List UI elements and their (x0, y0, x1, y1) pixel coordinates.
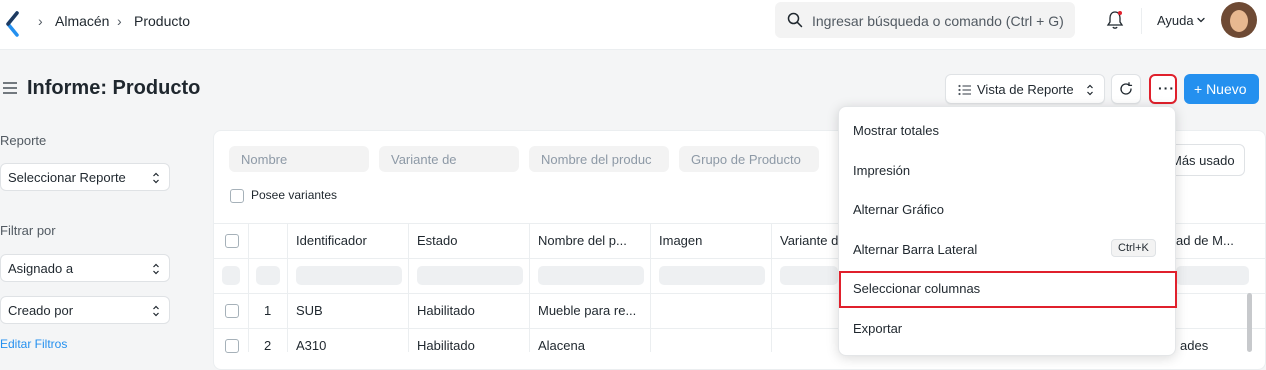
filter-field-name[interactable]: Nombre (229, 146, 369, 172)
edit-filters-link[interactable]: Editar Filtros (0, 337, 67, 351)
column-header-unit[interactable]: ad de M... (1176, 233, 1234, 248)
menu-item-export[interactable]: Exportar (839, 311, 1177, 345)
menu-item-label: Seleccionar columnas (853, 281, 981, 296)
table-col-border (529, 223, 530, 352)
filter-assigned-to[interactable]: Asignado a (0, 254, 170, 282)
column-header-identifier[interactable]: Identificador (296, 233, 367, 248)
filter-row-cell[interactable] (780, 266, 838, 285)
filter-row-cell[interactable] (417, 266, 523, 285)
column-header-image[interactable]: Imagen (659, 233, 702, 248)
app-logo-icon[interactable] (4, 10, 22, 38)
row-checkbox[interactable] (225, 339, 239, 353)
menu-item-print[interactable]: Impresión (839, 153, 1177, 187)
row-status[interactable]: Habilitado (417, 338, 475, 353)
column-header-product-name[interactable]: Nombre del p... (538, 233, 627, 248)
breadcrumb-producto[interactable]: Producto (134, 13, 190, 29)
table-col-border (650, 223, 651, 352)
report-view-button[interactable]: Vista de Reporte (945, 74, 1105, 104)
sidebar-toggle-icon[interactable] (2, 80, 18, 96)
chevron-down-icon[interactable] (1196, 15, 1206, 25)
table-col-border (408, 223, 409, 352)
row-status[interactable]: Habilitado (417, 303, 475, 318)
navbar: › Almacén › Producto Ingresar búsqueda o… (0, 0, 1266, 50)
help-menu[interactable]: Ayuda (1157, 13, 1194, 28)
menu-item-label: Mostrar totales (853, 123, 939, 138)
report-heading: Reporte (0, 133, 47, 148)
filter-row-cell (222, 266, 240, 285)
more-actions-menu: Mostrar totales Impresión Alternar Gráfi… (838, 106, 1177, 356)
filter-row-cell (256, 266, 280, 285)
menu-item-label: Exportar (853, 321, 903, 336)
more-dots-icon: ··· (1158, 80, 1175, 96)
filter-created-label: Creado por (8, 303, 74, 318)
filter-row-cell[interactable] (1176, 266, 1249, 285)
shortcut-badge: Ctrl+K (1111, 239, 1156, 257)
filter-assigned-label: Asignado a (8, 261, 74, 276)
menu-item-label: Impresión (853, 163, 911, 178)
filter-product-name-placeholder: Nombre del produc (541, 152, 652, 167)
new-button[interactable]: + Nuevo (1184, 74, 1259, 104)
refresh-button[interactable] (1111, 74, 1141, 104)
column-header-status[interactable]: Estado (417, 233, 457, 248)
list-icon (958, 84, 971, 96)
user-avatar[interactable] (1221, 2, 1257, 38)
report-select-value: Seleccionar Reporte (8, 170, 126, 185)
table-scrollbar[interactable] (1247, 293, 1252, 352)
select-arrows-icon (1087, 84, 1093, 96)
column-header-variant-of[interactable]: Variante de (780, 233, 838, 248)
menu-item-toggle-chart[interactable]: Alternar Gráfico (839, 192, 1177, 226)
menu-item-label: Alternar Barra Lateral (853, 242, 978, 257)
filter-heading: Filtrar por (0, 223, 56, 238)
menu-item-show-totals[interactable]: Mostrar totales (839, 113, 1177, 147)
breadcrumb-separator-icon: › (117, 13, 122, 29)
table-col-border (287, 223, 288, 352)
row-number: 1 (264, 303, 272, 318)
filter-field-variant-of[interactable]: Variante de (379, 146, 519, 172)
row-product-name[interactable]: Mueble para re... (538, 303, 636, 318)
page-title: Informe: Producto (27, 77, 201, 99)
row-checkbox[interactable] (225, 304, 239, 318)
navbar-divider (1141, 8, 1142, 34)
report-view-label: Vista de Reporte (977, 82, 1074, 97)
filter-group-placeholder: Grupo de Producto (691, 152, 801, 167)
new-button-label: + Nuevo (1194, 81, 1247, 97)
breadcrumb-separator-icon: › (38, 13, 43, 29)
report-select[interactable]: Seleccionar Reporte (0, 163, 170, 191)
search-icon (787, 12, 803, 28)
avatar-face (1230, 10, 1248, 32)
breadcrumb-almacen[interactable]: Almacén (55, 13, 109, 29)
refresh-icon (1120, 82, 1133, 95)
select-all-checkbox[interactable] (225, 234, 239, 248)
filter-row-cell[interactable] (538, 266, 644, 285)
search-bar[interactable]: Ingresar búsqueda o comando (Ctrl + G) (775, 2, 1075, 38)
filter-row-cell[interactable] (659, 266, 765, 285)
sort-label: Más usado (1171, 153, 1235, 168)
menu-item-pick-columns[interactable]: Seleccionar columnas (839, 271, 1177, 308)
row-identifier[interactable]: A310 (296, 338, 326, 353)
row-number: 2 (264, 338, 272, 353)
select-arrows-icon (153, 172, 159, 184)
select-arrows-icon (153, 305, 159, 317)
table-col-border (248, 223, 249, 352)
row-product-name[interactable]: Alacena (538, 338, 585, 353)
filter-variant-placeholder: Variante de (391, 152, 457, 167)
menu-item-label: Alternar Gráfico (853, 202, 945, 217)
search-placeholder: Ingresar búsqueda o comando (Ctrl + G) (812, 13, 1064, 29)
filter-field-product-group[interactable]: Grupo de Producto (679, 146, 819, 172)
table-col-border (771, 223, 772, 352)
notification-bell-icon[interactable] (1105, 9, 1125, 31)
filter-name-placeholder: Nombre (241, 152, 288, 167)
row-identifier[interactable]: SUB (296, 303, 323, 318)
filter-row-cell[interactable] (296, 266, 402, 285)
filter-created-by[interactable]: Creado por (0, 296, 170, 324)
more-actions-button[interactable]: ··· (1149, 74, 1177, 104)
row-unit[interactable]: ades (1180, 338, 1208, 353)
has-variants-checkbox[interactable] (230, 189, 244, 203)
filter-field-product-name[interactable]: Nombre del produc (529, 146, 669, 172)
has-variants-label: Posee variantes (251, 188, 338, 202)
select-arrows-icon (153, 263, 159, 275)
menu-item-toggle-sidebar[interactable]: Alternar Barra Lateral Ctrl+K (839, 232, 1177, 266)
